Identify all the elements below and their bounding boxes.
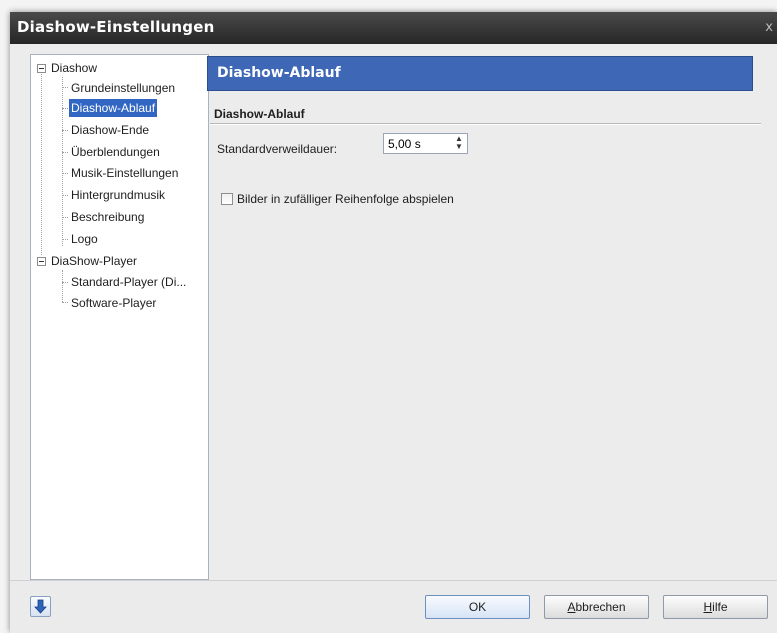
help-mnemonic: H (703, 600, 713, 614)
spin-arrows-icon[interactable]: ▲ ▼ (453, 135, 465, 152)
close-icon[interactable]: x (765, 20, 773, 35)
tree-item-standard-player[interactable]: Standard-Player (Di... (71, 273, 186, 291)
help-button[interactable]: Hilfe (663, 595, 768, 619)
tree-item-logo[interactable]: Logo (71, 230, 98, 248)
title-bar[interactable]: Diashow-Einstellungen x (10, 12, 777, 44)
window-title: Diashow-Einstellungen (17, 18, 215, 36)
ok-button[interactable]: OK (425, 595, 530, 619)
panel-header: Diashow-Ablauf (207, 56, 753, 91)
collapse-icon[interactable] (37, 64, 46, 73)
tree-item-software-player[interactable]: Software-Player (71, 294, 156, 312)
duration-spinbox[interactable]: 5,00 s ▲ ▼ (383, 133, 468, 154)
tree-item-grundeinstellungen[interactable]: Grundeinstellungen (71, 79, 175, 97)
random-order-checkbox[interactable] (221, 193, 233, 205)
tree-item-beschreibung[interactable]: Beschreibung (71, 208, 144, 226)
panel-header-title: Diashow-Ablauf (217, 65, 341, 81)
tree-item-hintergrundmusik[interactable]: Hintergrundmusik (71, 186, 165, 204)
down-arrow-icon (34, 599, 47, 614)
help-label-rest: ilfe (712, 600, 728, 614)
duration-label: Standardverweildauer: (217, 142, 338, 156)
settings-dialog: Diashow-Einstellungen x Diashow Grundein… (10, 12, 777, 633)
section-title: Diashow-Ablauf (214, 107, 305, 121)
cancel-button[interactable]: Abbrechen (544, 595, 649, 619)
tree-item-musik-einstellungen[interactable]: Musik-Einstellungen (71, 164, 178, 182)
tree-item-diashow[interactable]: Diashow (51, 59, 97, 77)
section-divider (210, 123, 761, 125)
cancel-label-rest: bbrechen (575, 600, 626, 614)
dialog-footer: OK Abbrechen Hilfe (10, 580, 777, 633)
tree-item-ueberblendungen[interactable]: Überblendungen (71, 143, 160, 161)
collapse-icon[interactable] (37, 257, 46, 266)
down-arrow-button[interactable] (30, 596, 51, 617)
random-order-label[interactable]: Bilder in zufälliger Reihenfolge abspiel… (237, 192, 454, 206)
tree-item-diashow-ende[interactable]: Diashow-Ende (71, 121, 149, 139)
tree-item-diashow-player[interactable]: DiaShow-Player (51, 252, 137, 270)
settings-tree[interactable]: Diashow Grundeinstellungen Diashow-Ablau… (30, 54, 209, 580)
duration-value[interactable]: 5,00 s (388, 137, 421, 151)
tree-item-diashow-ablauf[interactable]: Diashow-Ablauf (69, 99, 158, 117)
